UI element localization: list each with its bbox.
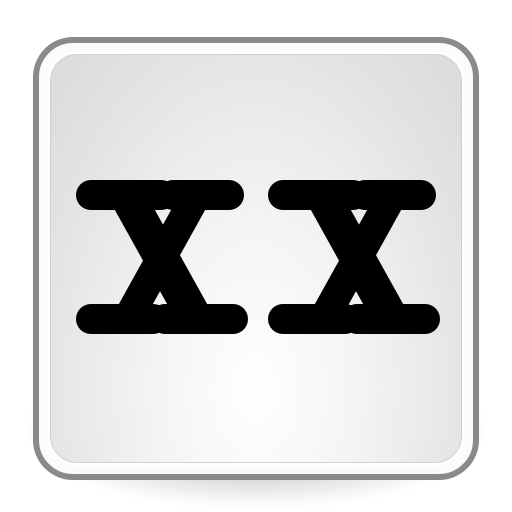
xx-glyph-icon [76,180,440,334]
first-x-glyph [76,180,248,334]
icon-canvas [0,0,512,512]
second-x-glyph [268,180,440,334]
